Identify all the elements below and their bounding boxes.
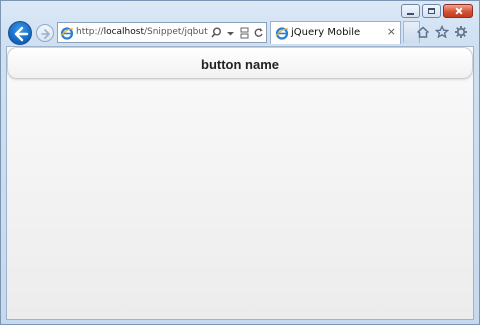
close-window-button[interactable] xyxy=(443,4,473,18)
url-path: /Snippet/jqbutton.l xyxy=(143,27,208,37)
browser-window: http://localhost/Snippet/jqbutton.l xyxy=(0,0,480,325)
tab-title: jQuery Mobile xyxy=(291,27,361,38)
tab-close-icon[interactable]: × xyxy=(387,26,396,38)
compatibility-view-icon[interactable] xyxy=(239,25,250,39)
arrow-left-icon xyxy=(14,26,29,42)
url-scheme: http:// xyxy=(76,27,104,37)
browser-tools xyxy=(416,24,468,39)
refresh-icon[interactable] xyxy=(253,25,264,39)
page-title: button name xyxy=(201,57,279,72)
ie-tab-icon xyxy=(275,27,289,40)
home-icon[interactable] xyxy=(416,24,430,38)
minimize-button[interactable] xyxy=(401,4,420,18)
navigation-bar: http://localhost/Snippet/jqbutton.l xyxy=(6,21,474,45)
arrow-right-icon xyxy=(41,29,51,39)
title-bar xyxy=(1,1,479,21)
address-url[interactable]: http://localhost/Snippet/jqbutton.l xyxy=(76,26,208,39)
tools-gear-icon[interactable] xyxy=(454,24,468,38)
favorites-star-icon[interactable] xyxy=(434,24,450,39)
page-content: button name xyxy=(6,46,474,320)
maximize-button[interactable] xyxy=(422,4,441,18)
back-button[interactable] xyxy=(8,21,32,45)
page-header: button name xyxy=(7,47,473,79)
ie-page-icon xyxy=(60,27,74,40)
address-bar[interactable]: http://localhost/Snippet/jqbutton.l xyxy=(57,22,267,43)
chevron-down-icon[interactable] xyxy=(225,25,236,39)
address-tools xyxy=(211,25,264,39)
forward-button[interactable] xyxy=(36,24,54,42)
magnifier-icon[interactable] xyxy=(211,25,222,39)
window-caption-buttons xyxy=(401,4,473,18)
tab-jquery-mobile[interactable]: jQuery Mobile × xyxy=(270,21,401,44)
url-host: localhost xyxy=(103,27,144,37)
